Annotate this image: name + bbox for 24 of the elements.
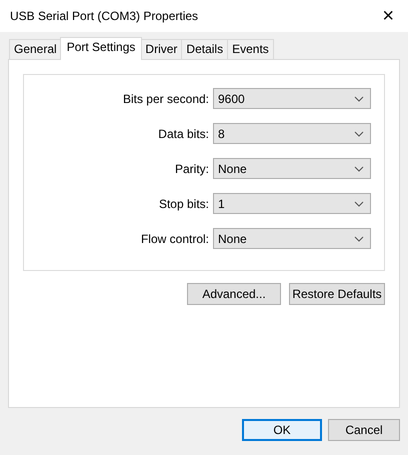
dropdown[interactable]: 9600 bbox=[213, 88, 371, 109]
chevron-down-icon bbox=[354, 200, 364, 206]
field-label: Parity: bbox=[174, 162, 209, 176]
tab[interactable]: General bbox=[9, 39, 62, 59]
field-label: Data bits: bbox=[158, 126, 209, 140]
button[interactable]: Advanced... bbox=[187, 283, 281, 305]
field-label: Stop bits: bbox=[158, 196, 209, 210]
field-label: Bits per second: bbox=[122, 92, 209, 106]
field-label: Flow control: bbox=[140, 232, 209, 246]
chevron-down-icon bbox=[354, 236, 364, 242]
button[interactable]: OK bbox=[242, 419, 322, 441]
window-title: USB Serial Port (COM3) Properties bbox=[10, 9, 198, 23]
tab[interactable]: Port Settings bbox=[60, 37, 142, 60]
dropdown[interactable]: None bbox=[213, 158, 371, 179]
button[interactable]: Restore Defaults bbox=[289, 283, 385, 305]
close-button[interactable]: × bbox=[378, 6, 398, 26]
button[interactable]: Cancel bbox=[328, 419, 400, 441]
dropdown[interactable]: 8 bbox=[213, 123, 371, 144]
dropdown[interactable]: 1 bbox=[213, 193, 371, 214]
chevron-down-icon bbox=[354, 96, 364, 102]
tab[interactable]: Events bbox=[227, 39, 274, 59]
chevron-down-icon bbox=[354, 166, 364, 172]
chevron-down-icon bbox=[354, 130, 364, 136]
dropdown[interactable]: None bbox=[213, 228, 371, 249]
